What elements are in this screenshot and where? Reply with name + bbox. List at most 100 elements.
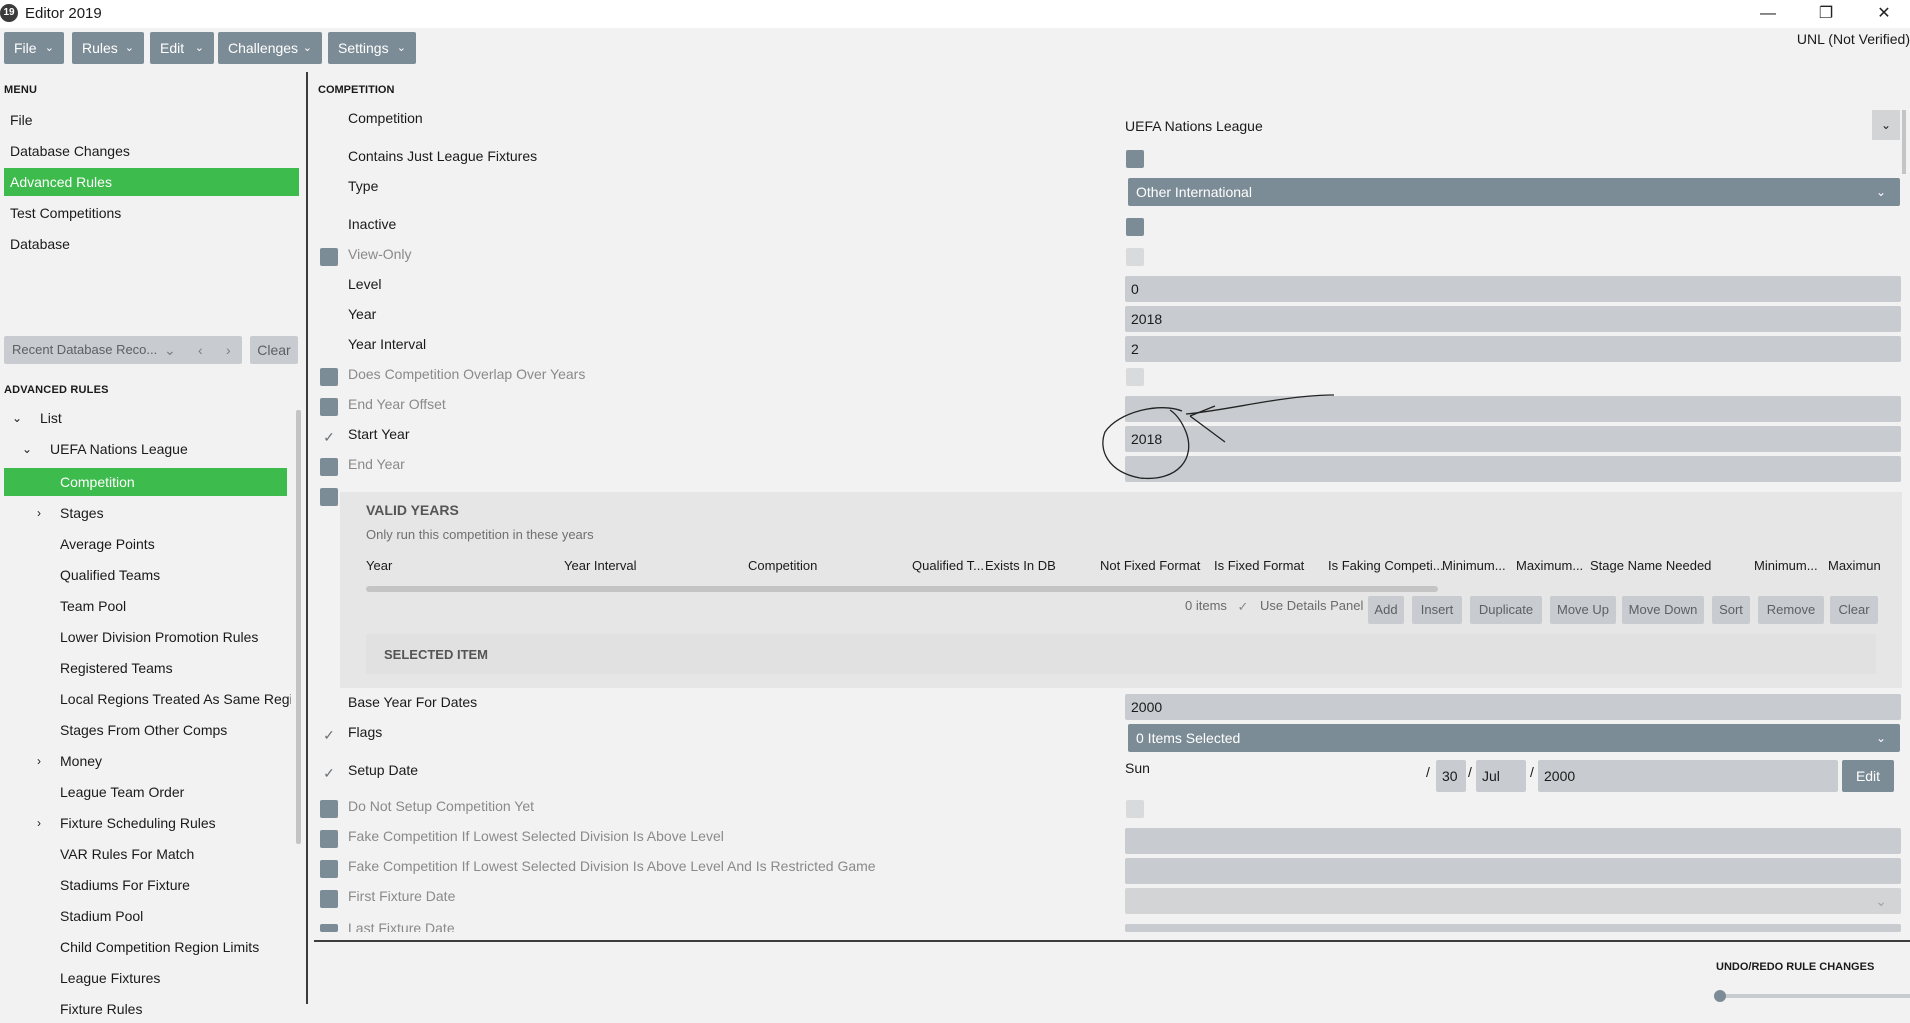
tree-item-fixture-scheduling-rules[interactable]: Fixture Scheduling Rules: [60, 809, 216, 837]
expanded-arrow-icon[interactable]: ⌄: [10, 404, 24, 432]
remove-button[interactable]: Remove: [1758, 596, 1824, 624]
tree-item-list[interactable]: List: [40, 404, 62, 432]
duplicate-button[interactable]: Duplicate: [1470, 596, 1542, 624]
end-year-offset-enable-checkbox[interactable]: [320, 398, 338, 416]
column-header[interactable]: Qualified T...: [912, 558, 984, 573]
start-year-field[interactable]: 2018: [1125, 426, 1901, 452]
label-type: Type: [348, 178, 379, 194]
menu-item-advanced-rules[interactable]: Advanced Rules: [4, 168, 299, 196]
file-menu-button[interactable]: File ⌄: [4, 32, 64, 64]
setup-year-field[interactable]: 2000: [1538, 760, 1838, 792]
tree-item-lower-division-promotion-rules[interactable]: Lower Division Promotion Rules: [60, 623, 258, 651]
column-header[interactable]: Competition: [748, 558, 817, 573]
column-header[interactable]: Maximum...: [1516, 558, 1583, 573]
column-header[interactable]: Exists In DB: [985, 558, 1056, 573]
year-interval-field[interactable]: 2: [1125, 336, 1901, 362]
tree-item-var-rules[interactable]: VAR Rules For Match: [60, 840, 194, 868]
valid-years-enable-checkbox[interactable]: [320, 488, 338, 506]
previous-record-icon[interactable]: ‹: [198, 336, 203, 364]
first-fixture-enable-checkbox[interactable]: [320, 890, 338, 908]
tree-item-qualified-teams[interactable]: Qualified Teams: [60, 561, 160, 589]
last-fixture-enable-checkbox[interactable]: [320, 924, 338, 932]
challenges-menu-button[interactable]: Challenges ⌄: [218, 32, 322, 64]
chevron-down-icon[interactable]: ⌄: [1872, 110, 1900, 140]
tree-item-team-pool[interactable]: Team Pool: [60, 592, 126, 620]
fake-comp-enable-checkbox[interactable]: [320, 830, 338, 848]
insert-button[interactable]: Insert: [1412, 596, 1462, 624]
settings-menu-button[interactable]: Settings ⌄: [328, 32, 416, 64]
next-record-icon[interactable]: ›: [226, 336, 231, 364]
move-up-button[interactable]: Move Up: [1550, 596, 1616, 624]
setup-day-field[interactable]: 30: [1436, 760, 1466, 792]
rules-menu-button[interactable]: Rules ⌄: [72, 32, 144, 64]
tree-item-child-competition-region-limits[interactable]: Child Competition Region Limits: [60, 933, 259, 961]
do-not-setup-enable-checkbox[interactable]: [320, 800, 338, 818]
tree-item-registered-teams[interactable]: Registered Teams: [60, 654, 173, 682]
check-icon[interactable]: ✓: [1234, 598, 1252, 616]
menu-item-database[interactable]: Database: [4, 230, 299, 258]
tree-item-money[interactable]: Money: [60, 747, 102, 775]
setup-month-field[interactable]: Jul: [1476, 760, 1526, 792]
check-icon[interactable]: ✓: [320, 726, 338, 744]
tree-item-stages-from-other-comps[interactable]: Stages From Other Comps: [60, 716, 227, 744]
collapsed-arrow-icon[interactable]: ›: [32, 499, 46, 527]
tree-item-uefa-nations-league[interactable]: UEFA Nations League: [50, 435, 188, 463]
move-down-button[interactable]: Move Down: [1622, 596, 1704, 624]
sort-button[interactable]: Sort: [1712, 596, 1750, 624]
tree-item-stages[interactable]: Stages: [60, 499, 104, 527]
recent-database-records-select[interactable]: Recent Database Reco... ⌄ ‹ ›: [4, 336, 242, 364]
do-not-setup-checkbox: [1126, 800, 1144, 818]
tree-item-league-fixtures[interactable]: League Fixtures: [60, 964, 160, 992]
tree-item-stadiums-for-fixture[interactable]: Stadiums For Fixture: [60, 871, 190, 899]
valid-years-hscrollbar[interactable]: [366, 586, 1438, 592]
menu-item-database-changes[interactable]: Database Changes: [4, 137, 299, 165]
tree-item-stadium-pool[interactable]: Stadium Pool: [60, 902, 143, 930]
end-year-enable-checkbox[interactable]: [320, 458, 338, 476]
clear-button[interactable]: Clear: [1830, 596, 1878, 624]
tree-scrollbar[interactable]: [296, 410, 301, 844]
check-icon[interactable]: ✓: [320, 764, 338, 782]
tree-item-local-regions[interactable]: Local Regions Treated As Same Regior: [60, 685, 291, 713]
inactive-checkbox[interactable]: [1126, 218, 1144, 236]
minimize-button[interactable]: —: [1748, 2, 1788, 26]
tree-item-competition[interactable]: Competition: [60, 468, 135, 496]
close-button[interactable]: ✕: [1864, 2, 1904, 26]
setup-date-edit-button[interactable]: Edit: [1842, 760, 1894, 792]
column-header[interactable]: Stage Name Needed: [1590, 558, 1711, 573]
menu-item-file[interactable]: File: [4, 106, 299, 134]
fake-comp-restricted-enable-checkbox[interactable]: [320, 860, 338, 878]
level-field[interactable]: 0: [1125, 276, 1901, 302]
collapsed-arrow-icon[interactable]: ›: [32, 747, 46, 775]
edit-menu-button[interactable]: Edit ⌄: [150, 32, 214, 64]
column-header[interactable]: Minimum...: [1754, 558, 1818, 573]
main-scrollbar[interactable]: [1902, 110, 1906, 174]
recent-clear-button[interactable]: Clear: [250, 336, 298, 364]
tree-item-average-points[interactable]: Average Points: [60, 530, 155, 558]
overlap-enable-checkbox[interactable]: [320, 368, 338, 386]
tree-item-league-team-order[interactable]: League Team Order: [60, 778, 184, 806]
flags-dropdown[interactable]: 0 Items Selected ⌄: [1128, 724, 1900, 752]
column-header[interactable]: Maximun: [1828, 558, 1881, 573]
base-year-field[interactable]: 2000: [1125, 694, 1901, 720]
column-header[interactable]: Year: [366, 558, 392, 573]
expanded-arrow-icon[interactable]: ⌄: [20, 435, 34, 463]
add-button[interactable]: Add: [1368, 596, 1404, 624]
undo-redo-slider-handle[interactable]: [1714, 990, 1726, 1002]
column-header[interactable]: Is Fixed Format: [1214, 558, 1304, 573]
collapsed-arrow-icon[interactable]: ›: [32, 809, 46, 837]
menu-item-test-competitions[interactable]: Test Competitions: [4, 199, 299, 227]
tree-item-fixture-rules[interactable]: Fixture Rules: [60, 995, 142, 1023]
column-header[interactable]: Is Faking Competi...: [1328, 558, 1444, 573]
selected-item-panel: [366, 634, 1876, 674]
check-icon[interactable]: ✓: [320, 428, 338, 446]
restore-button[interactable]: ❐: [1806, 2, 1846, 26]
column-header[interactable]: Year Interval: [564, 558, 637, 573]
column-header[interactable]: Not Fixed Format: [1100, 558, 1200, 573]
column-header[interactable]: Minimum...: [1442, 558, 1506, 573]
contains-league-fixtures-checkbox[interactable]: [1126, 150, 1144, 168]
view-only-enable-checkbox[interactable]: [320, 248, 338, 266]
undo-redo-slider-track[interactable]: [1720, 994, 1910, 998]
type-dropdown[interactable]: Other International ⌄: [1128, 178, 1900, 206]
year-field[interactable]: 2018: [1125, 306, 1901, 332]
competition-select-value[interactable]: UEFA Nations League: [1125, 118, 1263, 134]
